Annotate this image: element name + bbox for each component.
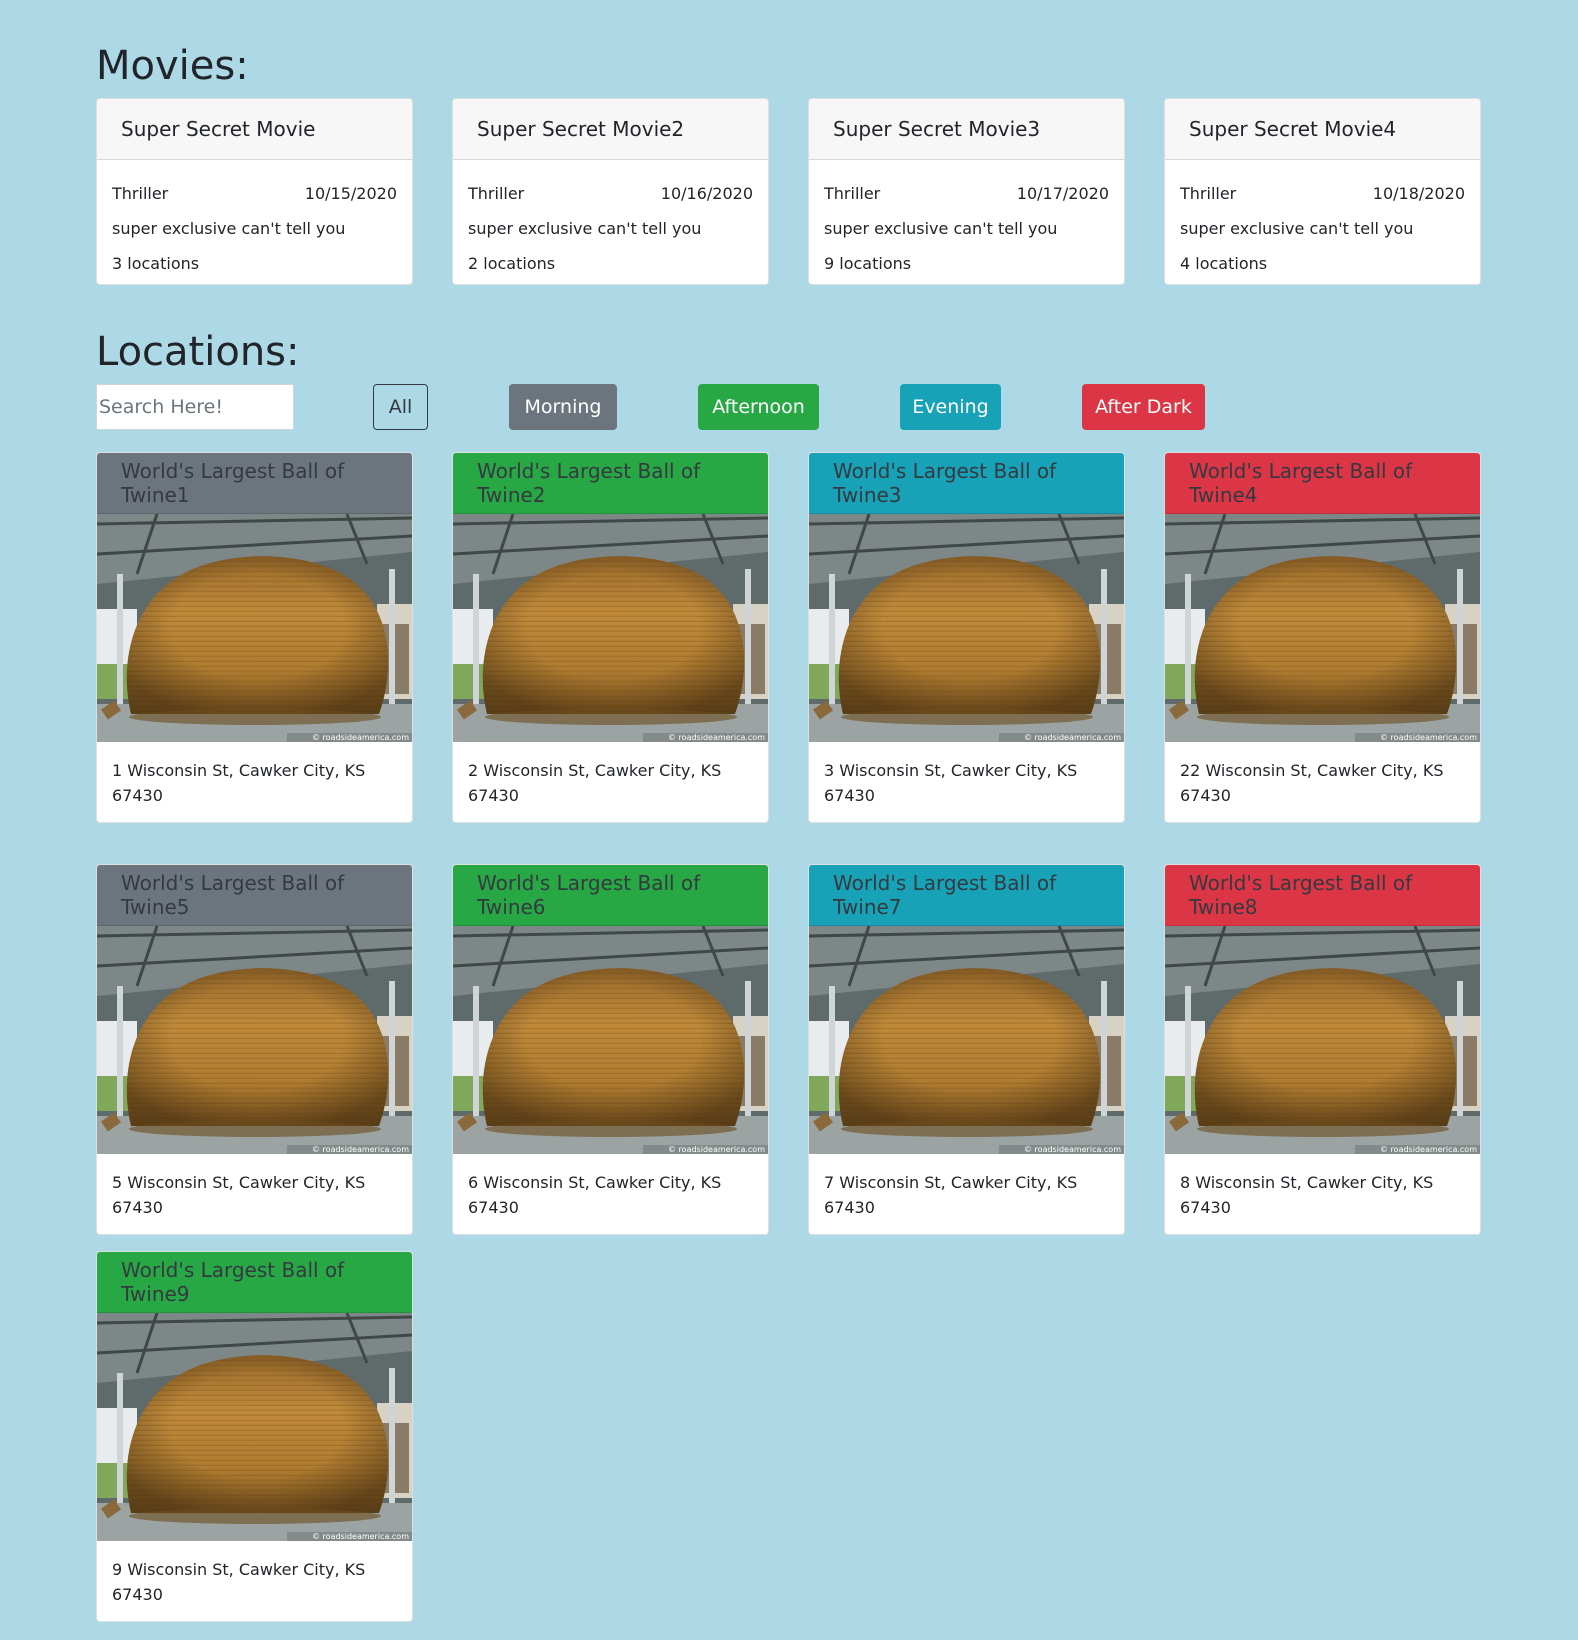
filter-morning-button[interactable]: Morning — [509, 384, 617, 430]
movie-meta-row: Thriller 10/18/2020 — [1180, 176, 1465, 211]
location-address: 6 Wisconsin St, Cawker City, KS 67430 — [468, 1173, 722, 1217]
movie-description: super exclusive can't tell you — [824, 219, 1058, 238]
photo-credit: © roadsideamerica.com — [1024, 1145, 1121, 1154]
movie-location-count: 9 locations — [824, 254, 912, 273]
location-card[interactable]: World's Largest Ball of Twine5 © roadside… — [96, 864, 413, 1235]
twine-ball-photo: © roadsideamerica.com — [809, 926, 1124, 1154]
location-card[interactable]: World's Largest Ball of Twine6 © roadside… — [452, 864, 769, 1235]
movie-body: Thriller 10/15/2020 super exclusive can't … — [97, 160, 412, 281]
photo-credit: © roadsideamerica.com — [312, 1145, 409, 1154]
twine-ball-photo: © roadsideamerica.com — [453, 514, 768, 742]
movie-body: Thriller 10/18/2020 super exclusive can't … — [1165, 160, 1480, 281]
twine-ball-photo: © roadsideamerica.com — [1165, 514, 1480, 742]
location-address: 2 Wisconsin St, Cawker City, KS 67430 — [468, 761, 722, 805]
movie-genre: Thriller — [468, 184, 525, 203]
location-address: 1 Wisconsin St, Cawker City, KS 67430 — [112, 761, 366, 805]
location-card[interactable]: World's Largest Ball of Twine2 © roadside… — [452, 452, 769, 823]
location-card[interactable]: World's Largest Ball of Twine1 © roadside… — [96, 452, 413, 823]
movie-date: 10/17/2020 — [1016, 184, 1109, 203]
location-image: © roadsideamerica.com — [453, 926, 768, 1154]
movie-meta-row: Thriller 10/16/2020 — [468, 176, 753, 211]
photo-credit: © roadsideamerica.com — [1380, 1145, 1477, 1154]
movie-body: Thriller 10/16/2020 super exclusive can't … — [453, 160, 768, 281]
location-address: 8 Wisconsin St, Cawker City, KS 67430 — [1180, 1173, 1434, 1217]
locations-heading: Locations: — [96, 329, 300, 375]
movie-date: 10/16/2020 — [660, 184, 753, 203]
photo-credit: © roadsideamerica.com — [668, 733, 765, 742]
movie-genre: Thriller — [1180, 184, 1237, 203]
location-address: 22 Wisconsin St, Cawker City, KS 67430 — [1180, 761, 1444, 805]
movie-location-count: 4 locations — [1180, 254, 1268, 273]
twine-ball-photo: © roadsideamerica.com — [1165, 926, 1480, 1154]
location-title: World's Largest Ball of Twine9 — [97, 1252, 412, 1313]
movie-meta-row: Thriller 10/17/2020 — [824, 176, 1109, 211]
movie-description: super exclusive can't tell you — [1180, 219, 1414, 238]
location-address: 5 Wisconsin St, Cawker City, KS 67430 — [112, 1173, 366, 1217]
location-image: © roadsideamerica.com — [97, 926, 412, 1154]
photo-credit: © roadsideamerica.com — [312, 1532, 409, 1541]
location-image: © roadsideamerica.com — [97, 514, 412, 742]
movie-location-count: 2 locations — [468, 254, 556, 273]
location-image: © roadsideamerica.com — [809, 514, 1124, 742]
movie-description: super exclusive can't tell you — [468, 219, 702, 238]
movie-genre: Thriller — [824, 184, 881, 203]
photo-credit: © roadsideamerica.com — [312, 733, 409, 742]
location-controls: All Morning Afternoon Evening After Dark — [96, 384, 1482, 432]
filter-all-button[interactable]: All — [373, 384, 428, 430]
location-image: © roadsideamerica.com — [453, 514, 768, 742]
location-card[interactable]: World's Largest Ball of Twine9 © roadside… — [96, 1251, 413, 1622]
location-title: World's Largest Ball of Twine5 — [97, 865, 412, 926]
twine-ball-photo: © roadsideamerica.com — [97, 1313, 412, 1541]
location-title: World's Largest Ball of Twine2 — [453, 453, 768, 514]
location-title: World's Largest Ball of Twine4 — [1165, 453, 1480, 514]
location-title: World's Largest Ball of Twine3 — [809, 453, 1124, 514]
twine-ball-photo: © roadsideamerica.com — [809, 514, 1124, 742]
photo-credit: © roadsideamerica.com — [1024, 733, 1121, 742]
movie-date: 10/18/2020 — [1372, 184, 1465, 203]
filter-after-dark-button[interactable]: After Dark — [1082, 384, 1205, 430]
movie-card[interactable]: Super Secret Movie3 Thriller 10/17/2020 sup… — [808, 98, 1125, 285]
filter-evening-button[interactable]: Evening — [900, 384, 1001, 430]
photo-credit: © roadsideamerica.com — [668, 1145, 765, 1154]
location-card[interactable]: World's Largest Ball of Twine4 © roadside… — [1164, 452, 1481, 823]
movie-date: 10/15/2020 — [304, 184, 397, 203]
location-address: 7 Wisconsin St, Cawker City, KS 67430 — [824, 1173, 1078, 1217]
location-card[interactable]: World's Largest Ball of Twine8 © roadside… — [1164, 864, 1481, 1235]
location-card[interactable]: World's Largest Ball of Twine7 © roadside… — [808, 864, 1125, 1235]
movie-title: Super Secret Movie3 — [809, 99, 1124, 160]
twine-ball-photo: © roadsideamerica.com — [97, 926, 412, 1154]
location-title: World's Largest Ball of Twine8 — [1165, 865, 1480, 926]
movie-list: Super Secret Movie Thriller 10/15/2020 supe… — [96, 98, 1482, 285]
movie-title: Super Secret Movie — [97, 99, 412, 160]
movie-title: Super Secret Movie2 — [453, 99, 768, 160]
movie-card[interactable]: Super Secret Movie4 Thriller 10/18/2020 sup… — [1164, 98, 1481, 285]
movie-location-count: 3 locations — [112, 254, 200, 273]
location-image: © roadsideamerica.com — [809, 926, 1124, 1154]
filter-afternoon-button[interactable]: Afternoon — [698, 384, 819, 430]
location-title: World's Largest Ball of Twine6 — [453, 865, 768, 926]
search-input[interactable] — [96, 384, 294, 430]
photo-credit: © roadsideamerica.com — [1380, 733, 1477, 742]
movie-body: Thriller 10/17/2020 super exclusive can't … — [809, 160, 1124, 281]
movies-heading: Movies: — [96, 43, 249, 89]
movie-meta-row: Thriller 10/15/2020 — [112, 176, 397, 211]
movie-card[interactable]: Super Secret Movie Thriller 10/15/2020 supe… — [96, 98, 413, 285]
location-image: © roadsideamerica.com — [97, 1313, 412, 1541]
location-address: 9 Wisconsin St, Cawker City, KS 67430 — [112, 1560, 366, 1604]
location-image: © roadsideamerica.com — [1165, 926, 1480, 1154]
location-card[interactable]: World's Largest Ball of Twine3 © roadside… — [808, 452, 1125, 823]
location-title: World's Largest Ball of Twine1 — [97, 453, 412, 514]
location-title: World's Largest Ball of Twine7 — [809, 865, 1124, 926]
movie-description: super exclusive can't tell you — [112, 219, 346, 238]
twine-ball-photo: © roadsideamerica.com — [97, 514, 412, 742]
location-address: 3 Wisconsin St, Cawker City, KS 67430 — [824, 761, 1078, 805]
location-image: © roadsideamerica.com — [1165, 514, 1480, 742]
twine-ball-photo: © roadsideamerica.com — [453, 926, 768, 1154]
movie-card[interactable]: Super Secret Movie2 Thriller 10/16/2020 sup… — [452, 98, 769, 285]
movie-genre: Thriller — [112, 184, 169, 203]
movie-title: Super Secret Movie4 — [1165, 99, 1480, 160]
